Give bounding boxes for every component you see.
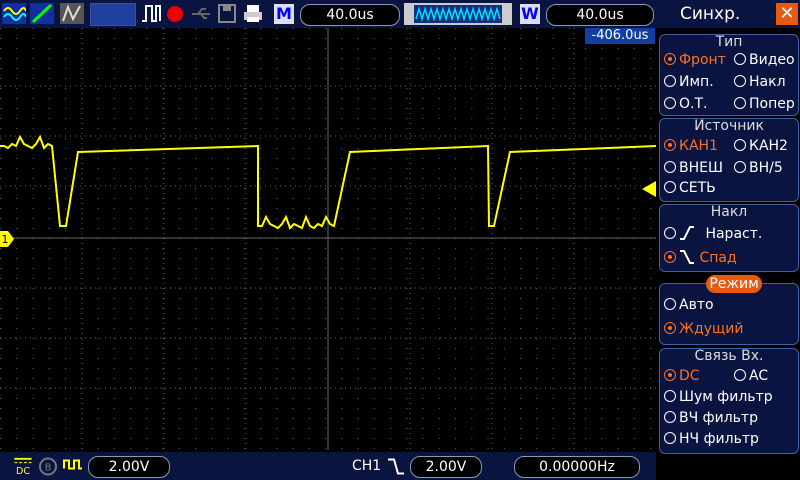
trigger-source-panel: Источник КАН1 КАН2 ВНЕШ ВН/5 СЕТЬ [659, 118, 799, 202]
slope-falling-option[interactable]: Спад [664, 249, 737, 267]
waveform-icon[interactable] [2, 3, 26, 24]
source-ch2-option[interactable]: КАН2 [734, 137, 788, 155]
trigger-slope-panel: Накл Нараст. Спад [659, 204, 799, 272]
panel-heading-type: Тип [715, 34, 743, 50]
close-icon[interactable]: ✕ [776, 3, 798, 25]
coupling-lf-filter-option[interactable]: НЧ фильтр [664, 430, 759, 448]
trigger-coupling-panel: Связь Вх. DC AC Шум фильтр ВЧ фильтр НЧ … [659, 348, 799, 454]
type-pulse-option[interactable]: Имп. [664, 73, 714, 91]
invert-icon [63, 459, 82, 470]
svg-text:1: 1 [2, 233, 9, 246]
delay-window-button[interactable]: W [520, 4, 540, 24]
channel-1-marker[interactable]: 1 [0, 231, 14, 247]
trigger-source-label: CH1 [352, 458, 382, 474]
source-ch1-option[interactable]: КАН1 [664, 137, 718, 155]
bandwidth-limit-icon: B [39, 457, 57, 476]
dc-coupling-icon: DC [14, 457, 32, 476]
falling-edge-icon [388, 458, 404, 475]
panel-heading-coupling: Связь Вх. [694, 348, 764, 364]
svg-text:DC: DC [16, 466, 30, 476]
type-video-option[interactable]: Видео [734, 51, 795, 69]
panel-heading-slope: Накл [710, 204, 748, 220]
mode-normal-option[interactable]: Ждущий [664, 320, 743, 338]
trigger-position-readout: -406.0us [585, 28, 655, 44]
panel-heading-source: Источник [694, 118, 764, 134]
top-toolbar: M 40.0us W 40.0us [0, 0, 656, 28]
type-slope-option[interactable]: Накл [734, 73, 786, 91]
save-icon[interactable] [216, 3, 238, 24]
waveform-graticule [0, 28, 657, 450]
ch1-scale-value[interactable]: 2.00V [88, 456, 170, 478]
trigger-mode-panel: Режим Авто Ждущий [659, 275, 799, 345]
trigger-level-marker[interactable] [642, 181, 656, 197]
vectors-icon[interactable] [30, 3, 54, 24]
status-box [90, 3, 136, 26]
type-ot-option[interactable]: О.Т. [664, 95, 707, 113]
memory-window-icon [404, 3, 512, 25]
main-window-button[interactable]: M [274, 4, 294, 24]
record-icon[interactable] [164, 3, 186, 24]
timebase-value[interactable]: 40.0us [300, 4, 400, 26]
print-icon[interactable] [242, 3, 264, 24]
coupling-noise-filter-option[interactable]: Шум фильтр [664, 388, 773, 406]
pulse-icon [142, 5, 161, 22]
trigger-type-panel: Тип Фронт Видео Имп. Накл О.Т. Попер [659, 34, 799, 116]
falling-edge-icon [680, 250, 694, 264]
type-front-option[interactable]: Фронт [664, 51, 726, 69]
rising-edge-icon [680, 226, 694, 240]
type-alt-option[interactable]: Попер [734, 95, 795, 113]
persistence-icon[interactable] [60, 3, 84, 24]
source-ext5-option[interactable]: ВН/5 [734, 159, 783, 177]
panel-heading-mode: Режим [706, 275, 762, 293]
waveform-display [0, 28, 657, 450]
frequency-counter-value: 0.00000Hz [514, 456, 640, 478]
coupling-hf-filter-option[interactable]: ВЧ фильтр [664, 409, 758, 427]
source-ext-option[interactable]: ВНЕШ [664, 159, 723, 177]
menu-title: Синхр. [680, 4, 741, 24]
coupling-ac-option[interactable]: AC [734, 367, 768, 385]
coupling-dc-option[interactable]: DC [664, 367, 700, 385]
trigger-level-value[interactable]: 2.00V [410, 456, 482, 478]
source-line-option[interactable]: СЕТЬ [664, 179, 716, 197]
slope-rising-option[interactable]: Нараст. [664, 225, 762, 243]
trigger-menu-sidebar: Синхр. ✕ Тип Фронт Видео Имп. Накл О.Т. … [656, 0, 800, 480]
svg-text:B: B [45, 463, 52, 474]
window-time-value[interactable]: 40.0us [546, 4, 654, 26]
bottom-status-bar: DC B 2.00V CH1 2.00V 0.00000Hz [0, 452, 656, 480]
menu-title-bar: Синхр. ✕ [656, 0, 800, 28]
mode-auto-option[interactable]: Авто [664, 296, 714, 314]
usb-icon [192, 8, 210, 19]
